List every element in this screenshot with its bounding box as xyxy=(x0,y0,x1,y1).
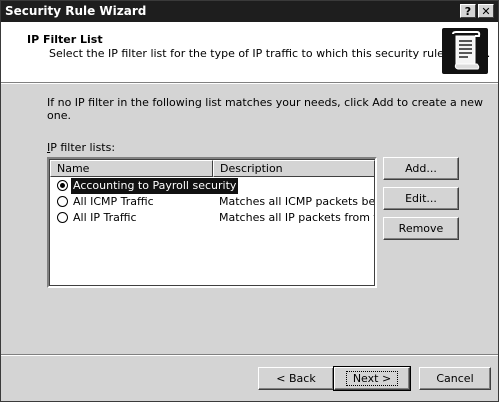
radio-unselected[interactable] xyxy=(57,212,68,223)
list-item-description: Matches all IP packets from t... xyxy=(219,211,374,224)
column-header-description[interactable]: Description xyxy=(213,160,375,177)
list-item-name: All IP Traffic xyxy=(73,211,137,224)
filter-list-label-rest: P filter lists: xyxy=(50,141,116,154)
cancel-button[interactable]: Cancel xyxy=(419,367,491,390)
footer-divider-highlight xyxy=(1,355,498,356)
list-item[interactable]: All IP Traffic Matches all IP packets fr… xyxy=(52,210,374,226)
list-header-row: Name Description xyxy=(50,160,375,177)
help-button[interactable]: ? xyxy=(460,4,476,18)
security-rule-wizard-window: Security Rule Wizard ? ✕ IP Filter List … xyxy=(0,0,499,402)
edit-button[interactable]: Edit... xyxy=(383,187,459,210)
close-button[interactable]: ✕ xyxy=(478,4,494,18)
header-divider xyxy=(1,83,498,84)
filter-list-label: IP filter lists: xyxy=(47,141,116,154)
radio-unselected[interactable] xyxy=(57,196,68,207)
column-header-name[interactable]: Name xyxy=(50,160,213,177)
add-button[interactable]: Add... xyxy=(383,157,459,180)
page-subtitle: Select the IP filter list for the type o… xyxy=(49,47,491,60)
intro-text: If no IP filter in the following list ma… xyxy=(47,96,483,122)
list-item-description: Matches all ICMP packets bet... xyxy=(219,195,374,208)
title-bar: Security Rule Wizard ? ✕ xyxy=(1,1,498,22)
ip-filter-list[interactable]: Name Description Accounting to Payroll s… xyxy=(47,157,377,288)
list-item-name: All ICMP Traffic xyxy=(73,195,154,208)
list-item[interactable]: All ICMP Traffic Matches all ICMP packet… xyxy=(52,194,374,210)
page-title: IP Filter List xyxy=(27,33,103,46)
list-item-name: Accounting to Payroll security xyxy=(71,178,239,194)
back-button[interactable]: < Back xyxy=(258,367,334,390)
wizard-header: IP Filter List Select the IP filter list… xyxy=(1,22,498,83)
list-item-description xyxy=(219,178,374,194)
scroll-document-icon xyxy=(442,28,488,74)
radio-selected[interactable] xyxy=(57,180,68,191)
next-button-label: Next > xyxy=(345,371,399,386)
window-title: Security Rule Wizard xyxy=(5,4,147,18)
list-item[interactable]: Accounting to Payroll security xyxy=(52,178,374,194)
remove-button[interactable]: Remove xyxy=(383,217,459,240)
next-button[interactable]: Next > xyxy=(333,366,411,391)
